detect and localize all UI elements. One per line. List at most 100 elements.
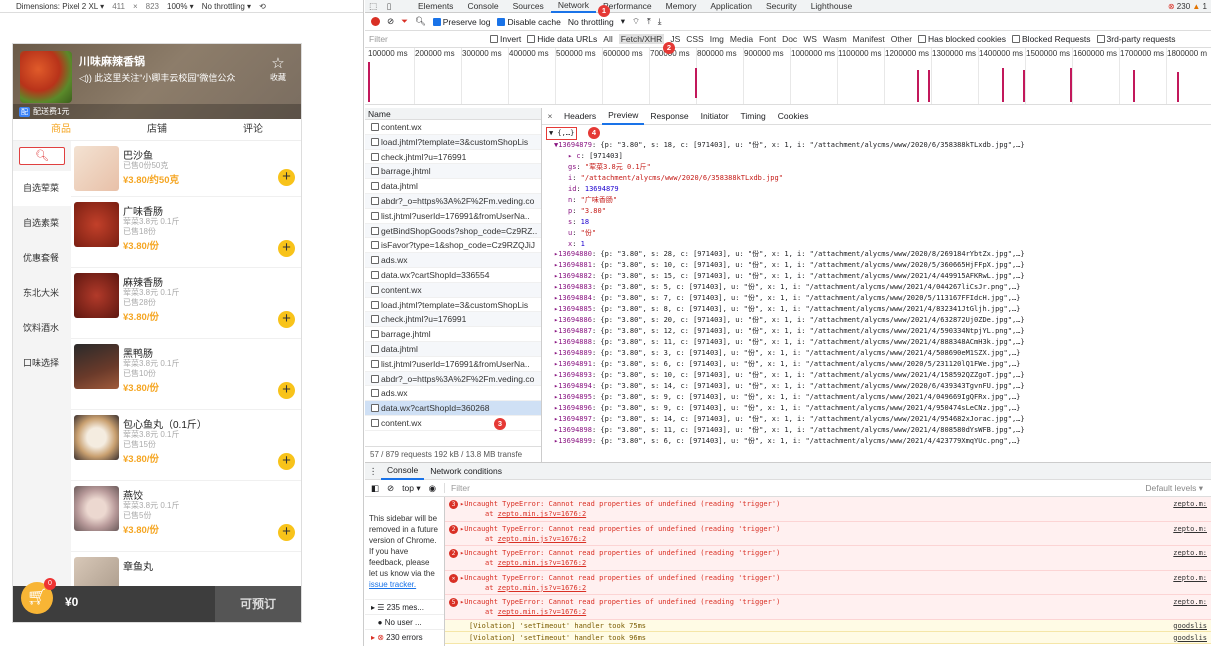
blocked-requests-checkbox[interactable]: Blocked Requests [1012, 34, 1091, 44]
json-root-toggle[interactable]: ▼ {,…} [546, 127, 578, 140]
request-row[interactable]: abdr?_o=https%3A%2F%2Fm.veding.co [365, 371, 541, 387]
type-filter-xhr[interactable]: Fetch/XHR [618, 34, 665, 44]
tab-sources[interactable]: Sources [506, 0, 551, 13]
request-row[interactable]: data.jhtml [365, 341, 541, 357]
stack-location-link[interactable]: zepto.min.js?v=1676:2 [498, 510, 587, 518]
type-filter-media[interactable]: Media [730, 34, 753, 44]
console-error[interactable]: 2 ▸Uncaught TypeError: Cannot read proper… [445, 521, 1211, 546]
error-source-link[interactable]: zepto.m: [1173, 573, 1207, 583]
request-row[interactable]: data.wx?cartShopId=360268 [365, 401, 541, 416]
json-entry-collapsed[interactable]: ▸13694899: {p: "3.80", s: 6, c: [971403]… [554, 436, 1211, 447]
context-select[interactable]: top ▾ [402, 483, 420, 494]
type-filter-all[interactable]: All [603, 34, 612, 44]
json-entry-collapsed[interactable]: ▸13694898: {p: "3.80", s: 11, c: [971403… [554, 425, 1211, 436]
json-entry-collapsed[interactable]: ▸13694883: {p: "3.80", s: 5, c: [971403]… [554, 282, 1211, 293]
add-to-cart-button[interactable]: + [278, 169, 295, 186]
goods-item[interactable]: 巴沙鱼 已售0份50克 ¥3.80/约50克 + [71, 141, 301, 197]
name-column-header[interactable]: Name [365, 108, 541, 120]
tab-network-conditions[interactable]: Network conditions [424, 463, 508, 480]
device-toggle-icon[interactable]: ▯ [381, 1, 397, 12]
json-entry-collapsed[interactable]: ▸13694893: {p: "3.80", s: 10, c: [971403… [554, 370, 1211, 381]
violation-source-link[interactable]: goodslis [1173, 632, 1207, 644]
request-row[interactable]: barrage.jhtml [365, 327, 541, 342]
sidebar-toggle-icon[interactable]: ◧ [371, 483, 379, 494]
tab-timing[interactable]: Timing [735, 108, 772, 125]
tab-cookies[interactable]: Cookies [772, 108, 815, 125]
stack-location-link[interactable]: zepto.min.js?v=1676:2 [498, 535, 587, 543]
tab-application[interactable]: Application [703, 0, 759, 13]
clear-console-icon[interactable]: ⊘ [387, 483, 394, 494]
json-entry-collapsed[interactable]: ▸13694882: {p: "3.80", s: 15, c: [971403… [554, 271, 1211, 282]
network-overview-timeline[interactable]: 100000 ms 200000 ms 300000 ms 400000 ms 5000… [365, 48, 1211, 105]
sidebar-errors[interactable]: ▸ ⊗ 230 errors [365, 629, 444, 644]
json-entry-collapsed[interactable]: ▸13694887: {p: "3.80", s: 12, c: [971403… [554, 326, 1211, 337]
request-row[interactable]: data.wx?cartShopId=336554 [365, 268, 541, 283]
goods-item[interactable]: 黑鸭肠 荤菜3.8元 0.1斤 已售10份 ¥3.80/份 + [71, 339, 301, 410]
tab-lighthouse[interactable]: Lighthouse [804, 0, 860, 13]
error-source-link[interactable]: zepto.m: [1173, 597, 1207, 607]
add-to-cart-button[interactable]: + [278, 453, 295, 470]
add-to-cart-button[interactable]: + [278, 524, 295, 541]
request-row[interactable]: content.wx [365, 120, 541, 135]
violation-source-link[interactable]: goodslis [1173, 620, 1207, 632]
add-to-cart-button[interactable]: + [278, 382, 295, 399]
search-icon[interactable]: 🔍︎ [19, 147, 65, 165]
tab-console-drawer[interactable]: Console [381, 463, 425, 480]
tab-reviews[interactable]: 评论 [205, 119, 301, 140]
goods-item[interactable]: 广味香肠 荤菜3.8元 0.1斤 已售18份 ¥3.80/份 + [71, 197, 301, 268]
cart-summary[interactable]: 🛒︎ 0 ¥0 [13, 578, 215, 622]
request-row[interactable]: content.wx [365, 282, 541, 298]
invert-checkbox[interactable]: Invert [490, 34, 521, 44]
console-violation[interactable]: [Violation] 'setTimeout' handler took 96… [445, 631, 1211, 644]
search-icon[interactable]: 🔍︎ [415, 16, 426, 27]
category-item[interactable]: 东北大米 [13, 276, 71, 311]
request-row[interactable]: ads.wx [365, 253, 541, 268]
third-party-checkbox[interactable]: 3rd-party requests [1096, 34, 1176, 44]
console-error[interactable]: 2 ▸Uncaught TypeError: Cannot read proper… [445, 546, 1211, 571]
device-select[interactable]: Dimensions: Pixel 2 XL ▾ [16, 2, 104, 11]
type-filter-css[interactable]: CSS [686, 34, 703, 44]
tab-memory[interactable]: Memory [659, 0, 704, 13]
request-row[interactable]: list.jhtml?userId=176991&fromUserNa.. [365, 209, 541, 224]
inspect-icon[interactable]: ⬚ [365, 1, 381, 12]
request-row[interactable]: load.jhtml?template=3&customShopLis [365, 298, 541, 313]
json-entry-collapsed[interactable]: ▸13694881: {p: "3.80", s: 10, c: [971403… [554, 260, 1211, 271]
download-icon[interactable]: ⤓ [658, 16, 662, 27]
json-entry-collapsed[interactable]: ▸13694894: {p: "3.80", s: 14, c: [971403… [554, 381, 1211, 392]
type-filter-img[interactable]: Img [710, 34, 724, 44]
type-filter-doc[interactable]: Doc [782, 34, 797, 44]
request-row[interactable]: data.jhtml [365, 179, 541, 194]
json-entry-collapsed[interactable]: ▸13694897: {p: "3.80", s: 14, c: [971403… [554, 414, 1211, 425]
tab-shop[interactable]: 店铺 [109, 119, 205, 140]
tab-goods[interactable]: 商品 [13, 119, 109, 140]
issue-counters[interactable]: ⊗ 230 ▲ 1 [1168, 0, 1207, 13]
chevron-down-icon[interactable]: ▾ [621, 16, 625, 27]
category-item[interactable]: 口味选择 [13, 346, 71, 381]
preorder-button[interactable]: 可预订 [215, 586, 301, 622]
request-row[interactable]: isFavor?type=1&shop_code=Cz9RZQJiJ [365, 238, 541, 254]
width-input[interactable]: 411 [112, 2, 125, 11]
type-filter-font[interactable]: Font [759, 34, 776, 44]
sidebar-messages[interactable]: ▸ ☰ 235 mes... [365, 599, 444, 614]
favorite-button[interactable]: ☆ 收藏 [265, 56, 291, 83]
request-row[interactable]: check.jhtml?u=176991 [365, 312, 541, 328]
eye-icon[interactable]: ◉ [429, 483, 436, 494]
clear-icon[interactable]: ⊘ [387, 16, 394, 27]
goods-item[interactable]: 燕饺 荤菜3.8元 0.1斤 已售5份 ¥3.80/份 + [71, 481, 301, 552]
request-row[interactable]: list.jhtml?userId=176991&fromUserNa.. [365, 357, 541, 372]
json-entry-collapsed[interactable]: ▸13694889: {p: "3.80", s: 3, c: [971403]… [554, 348, 1211, 359]
height-input[interactable]: 823 [146, 2, 159, 11]
throttling-select[interactable]: No throttling [568, 17, 614, 27]
request-row[interactable]: check.jhtml?u=176991 [365, 150, 541, 165]
tab-elements[interactable]: Elements [411, 0, 460, 13]
tab-initiator[interactable]: Initiator [695, 108, 735, 125]
request-row[interactable]: barrage.jhtml [365, 164, 541, 180]
json-entry-collapsed[interactable]: ▸13694886: {p: "3.80", s: 20, c: [971403… [554, 315, 1211, 326]
category-item[interactable]: 饮料酒水 [13, 311, 71, 346]
close-icon[interactable]: × [542, 111, 558, 121]
goods-item[interactable]: 包心鱼丸（0.1斤） 荤菜3.8元 0.1斤 已售15份 ¥3.80/份 + [71, 410, 301, 481]
record-icon[interactable] [371, 17, 380, 26]
category-item[interactable]: 自选素菜 [13, 206, 71, 241]
sidebar-user-messages[interactable]: ● No user ... [365, 614, 444, 629]
console-filter-input[interactable]: Filter [444, 483, 470, 493]
